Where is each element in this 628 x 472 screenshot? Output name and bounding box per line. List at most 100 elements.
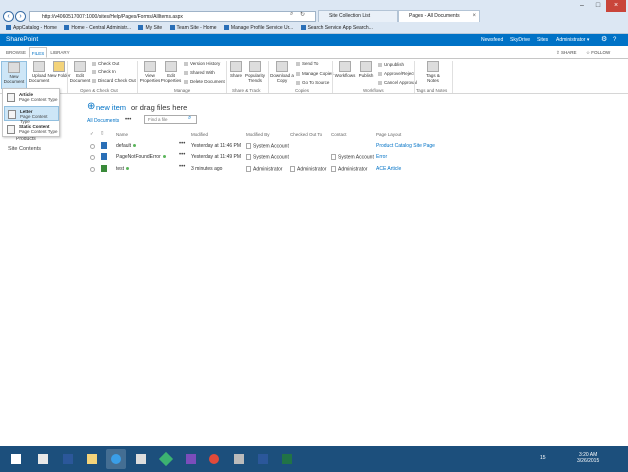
tab-pages[interactable]: Pages - All Documents ×: [398, 10, 480, 22]
newsfeed-link[interactable]: Newsfeed: [481, 34, 503, 46]
row-ellipsis[interactable]: •••: [179, 141, 185, 147]
close-icon[interactable]: ×: [472, 11, 476, 22]
modified-by-value[interactable]: System Account: [246, 154, 289, 160]
skydrive-link[interactable]: SkyDrive: [510, 34, 530, 46]
column-header-modified[interactable]: Modified: [191, 132, 208, 137]
taskbar-app[interactable]: [156, 449, 176, 469]
refresh-icon[interactable]: ↻: [300, 11, 305, 18]
tab-files[interactable]: FILES: [29, 47, 47, 58]
checked-out-to-value[interactable]: Administrator: [290, 166, 326, 172]
modified-by-value[interactable]: Administrator: [246, 166, 282, 172]
system-clock[interactable]: 3:20 AM 3/26/2015: [577, 452, 599, 464]
table-row[interactable]: default ••• Yesterday at 11:46 PM System…: [90, 141, 620, 152]
user-menu[interactable]: Administrator ▾: [556, 34, 589, 46]
gear-icon[interactable]: ⚙: [601, 34, 607, 46]
favorite-link[interactable]: Team Site - Home: [170, 22, 217, 34]
menu-item-letter[interactable]: Letter Page Content Type: [4, 106, 59, 124]
view-options-ellipsis[interactable]: •••: [125, 117, 131, 123]
page-layout-link[interactable]: ACE Article: [376, 166, 401, 172]
edit-properties-button[interactable]: Edit Properties: [158, 61, 184, 83]
select-all-checkbox[interactable]: ✓: [90, 131, 94, 137]
column-header-checked-out-to[interactable]: Checked Out To: [290, 132, 322, 137]
favorite-link[interactable]: Search Service App Search...: [301, 22, 373, 34]
row-ellipsis[interactable]: •••: [179, 152, 185, 158]
file-name[interactable]: PageNotFoundError: [116, 154, 166, 160]
tab-site-collection[interactable]: Site Collection List: [318, 10, 398, 22]
search-icon[interactable]: ⌕: [290, 11, 293, 18]
new-document-button[interactable]: New Document: [1, 61, 27, 89]
column-header-contact[interactable]: Contact: [331, 132, 347, 137]
unpublish-button[interactable]: Unpublish: [378, 62, 404, 67]
tab-browse[interactable]: BROWSE: [4, 47, 28, 58]
favorite-link[interactable]: Home - Central Administr...: [64, 22, 131, 34]
table-row[interactable]: test ••• 3 minutes ago Administrator Adm…: [90, 164, 620, 175]
contact-value[interactable]: Administrator: [331, 166, 367, 172]
tags-notes-button[interactable]: Tags & Notes: [420, 61, 446, 83]
column-header-page-layout[interactable]: Page Layout: [376, 132, 401, 137]
start-button[interactable]: [6, 449, 26, 469]
favorite-link[interactable]: AppCatalog - Home: [6, 22, 57, 34]
tab-library[interactable]: LIBRARY: [49, 47, 71, 58]
address-bar[interactable]: http://v4060517007:1000/sites/Help/Pages…: [29, 11, 316, 22]
taskbar-app[interactable]: [58, 449, 78, 469]
file-name[interactable]: test: [116, 166, 130, 172]
discard-check-out-button[interactable]: Discard Check Out: [92, 78, 136, 83]
forward-button[interactable]: ›: [15, 11, 26, 22]
row-ellipsis[interactable]: •••: [179, 164, 185, 170]
contact-value[interactable]: System Account: [331, 154, 374, 160]
taskbar-app[interactable]: [253, 449, 273, 469]
minimize-icon[interactable]: –: [574, 0, 590, 12]
edit-document-button[interactable]: Edit Document: [67, 61, 93, 83]
taskbar-app[interactable]: [204, 449, 224, 469]
table-row[interactable]: PageNotFoundError ••• Yesterday at 11:49…: [90, 152, 620, 163]
taskbar-app[interactable]: [106, 449, 126, 469]
new-item-link[interactable]: new item: [96, 103, 126, 112]
add-icon[interactable]: ⊕: [87, 101, 95, 112]
row-checkbox[interactable]: [90, 155, 95, 160]
back-button[interactable]: ‹: [3, 11, 14, 22]
send-to-button[interactable]: Send To: [296, 61, 318, 66]
row-checkbox[interactable]: [90, 144, 95, 149]
version-history-button[interactable]: Version History: [184, 61, 220, 66]
shared-with-button[interactable]: Shared With: [184, 70, 215, 75]
page-icon: [7, 93, 15, 102]
view-all-documents[interactable]: All Documents: [87, 118, 119, 124]
manage-copies-button[interactable]: Manage Copies: [296, 71, 334, 76]
taskbar-app[interactable]: [33, 449, 53, 469]
search-icon[interactable]: ⌕: [188, 115, 191, 122]
follow-action[interactable]: ☆ FOLLOW: [586, 47, 610, 58]
column-header-name[interactable]: Name: [116, 132, 128, 137]
favorite-link[interactable]: My Site: [138, 22, 162, 34]
maximize-icon[interactable]: □: [590, 0, 606, 12]
row-checkbox[interactable]: [90, 167, 95, 172]
cancel-approval-button[interactable]: Cancel Approval: [378, 80, 417, 85]
taskbar-app[interactable]: [229, 449, 249, 469]
nav-item-site-contents[interactable]: Site Contents: [8, 146, 41, 152]
page-layout-link[interactable]: Error: [376, 154, 387, 160]
taskbar-app[interactable]: [131, 449, 151, 469]
taskbar-app[interactable]: [82, 449, 102, 469]
publish-button[interactable]: Publish: [353, 61, 379, 78]
help-icon[interactable]: ?: [613, 34, 616, 46]
delete-document-button[interactable]: Delete Document: [184, 79, 225, 84]
modified-by-value[interactable]: System Account: [246, 143, 289, 149]
tray-indicator[interactable]: 15: [540, 455, 546, 461]
file-name[interactable]: default: [116, 143, 137, 149]
popularity-trends-button[interactable]: Popularity Trends: [242, 61, 268, 83]
check-in-button[interactable]: Check In: [92, 69, 116, 74]
download-copy-button[interactable]: Download a Copy: [269, 61, 295, 83]
column-header-modified-by[interactable]: Modified By: [246, 132, 270, 137]
approve-reject-button[interactable]: Approve/Reject: [378, 71, 415, 76]
taskbar-app[interactable]: [277, 449, 297, 469]
brand-logo[interactable]: SharePoint: [6, 34, 38, 46]
favorite-link[interactable]: Manage Profile Service Ur...: [224, 22, 293, 34]
go-to-source-button[interactable]: Go To Source: [296, 80, 329, 85]
sites-link[interactable]: Sites: [537, 34, 548, 46]
close-window-icon[interactable]: ×: [606, 0, 626, 12]
page-layout-link[interactable]: Product Catalog Site Page: [376, 143, 435, 149]
menu-item-article[interactable]: Article Page Content Type: [4, 90, 59, 105]
taskbar-app[interactable]: [181, 449, 201, 469]
check-out-button[interactable]: Check Out: [92, 61, 119, 66]
share-action[interactable]: ⇪ SHARE: [556, 47, 577, 58]
menu-item-static-content[interactable]: Static Content Page Content Type: [4, 122, 59, 137]
